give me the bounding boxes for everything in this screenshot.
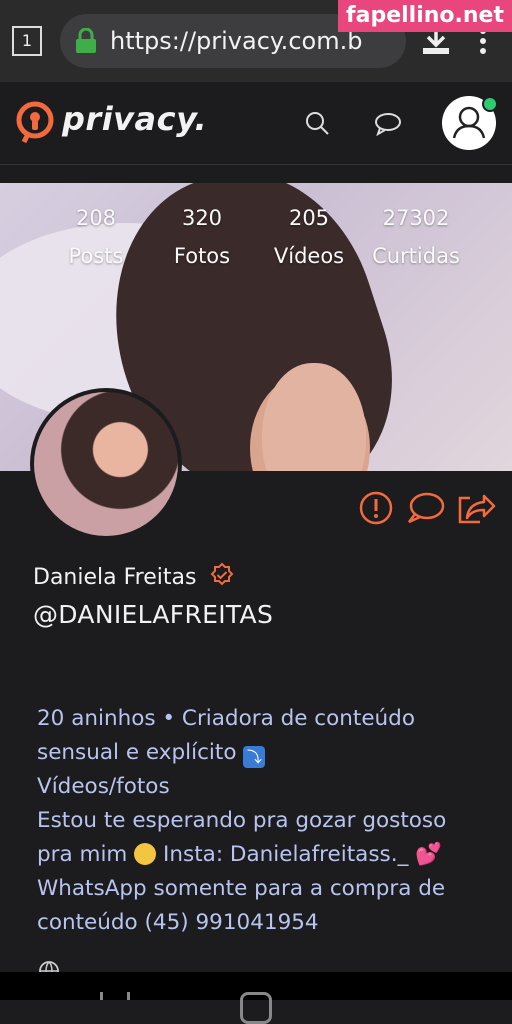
down-arrow-emoji-icon: ⤵ (243, 746, 266, 768)
home-icon[interactable] (240, 992, 272, 1024)
bio-line: sensual e explícito ⤵ (37, 736, 497, 770)
system-nav-bar (0, 972, 512, 1024)
profile-picture[interactable] (30, 388, 182, 540)
stat-photos[interactable]: 320 Fotos (170, 200, 234, 276)
profile-bio: 20 aninhos • Criadora de conteúdo sensua… (37, 702, 497, 940)
bio-line: Estou te esperando pra gozar gostoso (37, 808, 447, 833)
profile-name-row: Daniela Freitas (33, 562, 235, 594)
tab-switcher-button[interactable]: 1 (12, 26, 42, 56)
bio-line: conteúdo (45) 991041954 (37, 910, 319, 935)
stat-likes[interactable]: 27302 Curtidas (372, 200, 460, 276)
stat-value: 320 (181, 206, 223, 230)
report-icon[interactable] (358, 490, 394, 530)
chat-icon[interactable] (374, 112, 402, 140)
heart-emoji-icon: 💕 (415, 842, 442, 867)
stat-label: Fotos (173, 244, 231, 268)
browser-toolbar: 1 https://privacy.com.b fapellino.net (0, 0, 512, 82)
search-icon[interactable] (304, 110, 330, 140)
stat-posts[interactable]: 208 Posts (66, 200, 126, 276)
stat-value: 27302 (382, 206, 450, 230)
profile-handle: @DANIELAFREITAS (33, 600, 274, 629)
lock-icon (74, 27, 98, 58)
url-text: https://privacy.com.b (110, 27, 363, 55)
bio-line: Vídeos/fotos (37, 774, 170, 799)
app-header: privacy. (0, 82, 512, 165)
more-menu-icon[interactable] (478, 28, 488, 58)
user-avatar[interactable] (442, 96, 498, 150)
bio-line: 20 aninhos • Criadora de conteúdo (37, 706, 415, 731)
profile-name: Daniela Freitas (33, 565, 197, 590)
stat-label: Vídeos (273, 244, 345, 268)
profile-stats: 208 Posts 320 Fotos 205 Vídeos 27302 Cur… (0, 200, 512, 280)
bio-line: WhatsApp somente para a compra de (37, 876, 446, 901)
privacy-logo-text[interactable]: privacy. (62, 100, 207, 138)
recent-apps-icon[interactable] (100, 992, 130, 1000)
share-icon[interactable] (456, 490, 498, 532)
online-status-dot (482, 96, 498, 112)
stat-label: Posts (68, 244, 124, 268)
yawning-face-emoji-icon (134, 843, 157, 865)
stat-value: 208 (75, 206, 117, 230)
privacy-logo-icon[interactable] (14, 100, 56, 148)
bio-line: pra mim Insta: Danielafreitass._ 💕 (37, 842, 442, 867)
verified-badge-icon (209, 562, 235, 594)
stat-label: Curtidas (372, 244, 460, 268)
message-icon[interactable] (406, 490, 446, 530)
stat-value: 205 (288, 206, 330, 230)
watermark: fapellino.net (338, 0, 512, 32)
stat-videos[interactable]: 205 Vídeos (272, 200, 346, 276)
